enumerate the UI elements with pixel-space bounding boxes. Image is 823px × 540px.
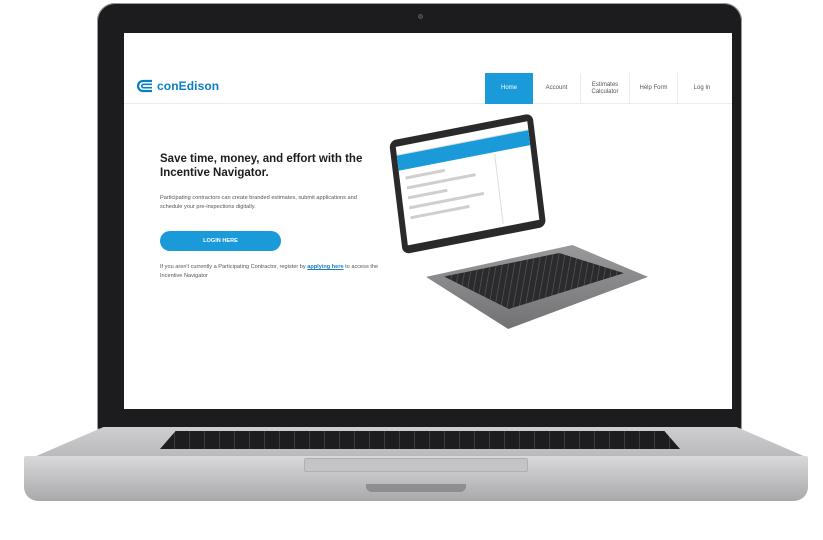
laptop-illustration-screen — [395, 121, 540, 246]
illustration-line — [407, 188, 448, 200]
laptop-keyboard — [160, 431, 680, 449]
nav-item-estimates-calculator[interactable]: Estimates Calculator — [581, 73, 630, 104]
brand-logo[interactable]: conEdison — [136, 79, 219, 93]
hero-description: Participating contractors can create bra… — [160, 195, 357, 210]
illustration-sidebar — [494, 147, 537, 224]
page-title: Save time, money, and effort with the In… — [160, 153, 363, 179]
login-button[interactable]: LOGIN HERE — [160, 231, 281, 251]
nav-item-account[interactable]: Account — [533, 73, 581, 104]
laptop-base — [24, 456, 808, 501]
illustration-line — [405, 168, 446, 180]
laptop-illustration — [389, 113, 547, 255]
nav-item-log-in[interactable]: Log In — [678, 73, 726, 104]
laptop-trackpad — [304, 458, 528, 472]
brand-name: conEdison — [157, 79, 220, 93]
register-text: If you aren't currently a Participating … — [160, 263, 385, 280]
laptop-lid: conEdison Home Account Estimates Calcula… — [97, 3, 742, 431]
conedison-logo-icon — [136, 79, 152, 93]
applying-here-link[interactable]: applying here — [307, 264, 343, 270]
top-navbar: conEdison Home Account Estimates Calcula… — [124, 33, 732, 104]
webcam-icon — [418, 14, 423, 19]
register-prefix: If you aren't currently a Participating … — [160, 264, 308, 270]
nav-item-help-form[interactable]: Help Form — [630, 73, 678, 104]
nav-item-home[interactable]: Home — [485, 73, 533, 104]
nav-menu: Home Account Estimates Calculator Help F… — [485, 73, 726, 104]
browser-screen: conEdison Home Account Estimates Calcula… — [124, 33, 732, 409]
laptop-lid-notch — [366, 484, 466, 492]
